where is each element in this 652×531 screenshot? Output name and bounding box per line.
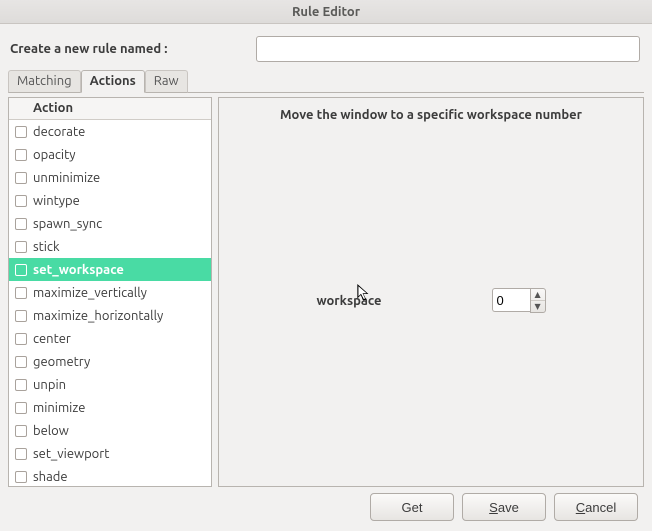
list-item[interactable]: opacity (9, 143, 211, 166)
checkbox-icon[interactable] (15, 425, 27, 437)
list-item-label: stick (33, 240, 60, 254)
get-button[interactable]: Get (370, 493, 454, 521)
checkbox-icon[interactable] (15, 310, 27, 322)
spin-down-icon[interactable]: ▼ (531, 301, 545, 312)
list-item-label: unpin (33, 378, 66, 392)
checkbox-icon[interactable] (15, 471, 27, 483)
list-item[interactable]: spawn_sync (9, 212, 211, 235)
tab-matching[interactable]: Matching (8, 70, 81, 93)
list-item-label: decorate (33, 125, 85, 139)
list-item-label: unminimize (33, 171, 100, 185)
list-item[interactable]: decorate (9, 120, 211, 143)
checkbox-icon[interactable] (15, 218, 27, 230)
name-row: Create a new rule named : (8, 36, 644, 62)
list-item-label: wintype (33, 194, 80, 208)
checkbox-icon[interactable] (15, 241, 27, 253)
checkbox-icon[interactable] (15, 333, 27, 345)
list-item[interactable]: unminimize (9, 166, 211, 189)
tab-actions[interactable]: Actions (81, 70, 145, 93)
list-item[interactable]: geometry (9, 350, 211, 373)
list-item-label: set_workspace (33, 263, 124, 277)
list-item-label: spawn_sync (33, 217, 102, 231)
list-item-label: maximize_horizontally (33, 309, 163, 323)
list-item[interactable]: set_viewport (9, 442, 211, 465)
list-item-label: center (33, 332, 71, 346)
actions-list: Action decorate opacity unminimize wintype s… (8, 97, 212, 487)
window-title: Rule Editor (0, 0, 652, 24)
actions-list-header[interactable]: Action (9, 98, 211, 120)
save-button[interactable]: Save (462, 493, 546, 521)
checkbox-icon[interactable] (15, 402, 27, 414)
list-item[interactable]: shade (9, 465, 211, 486)
list-item[interactable]: wintype (9, 189, 211, 212)
rule-name-input[interactable] (256, 36, 640, 62)
checkbox-icon[interactable] (15, 264, 27, 276)
param-label-workspace: workspace (316, 294, 381, 308)
dialog-buttons: Get Save Cancel (8, 487, 644, 527)
checkbox-icon[interactable] (15, 448, 27, 460)
list-item[interactable]: stick (9, 235, 211, 258)
list-item[interactable]: below (9, 419, 211, 442)
list-item[interactable]: maximize_vertically (9, 281, 211, 304)
workspace-value[interactable] (492, 288, 530, 312)
checkbox-icon[interactable] (15, 149, 27, 161)
list-item-label: maximize_vertically (33, 286, 147, 300)
checkbox-icon[interactable] (15, 126, 27, 138)
create-rule-label: Create a new rule named : (8, 42, 256, 56)
cancel-button[interactable]: Cancel (554, 493, 638, 521)
checkbox-icon[interactable] (15, 356, 27, 368)
tab-raw[interactable]: Raw (145, 70, 188, 93)
list-item[interactable]: unpin (9, 373, 211, 396)
spin-buttons: ▲ ▼ (530, 288, 546, 313)
list-item[interactable]: maximize_horizontally (9, 304, 211, 327)
workspace-spinbox[interactable]: ▲ ▼ (492, 288, 546, 313)
checkbox-icon[interactable] (15, 379, 27, 391)
spin-up-icon[interactable]: ▲ (531, 289, 545, 301)
actions-panel: Action decorate opacity unminimize wintype s… (8, 93, 644, 487)
list-item[interactable]: minimize (9, 396, 211, 419)
list-item-label: minimize (33, 401, 85, 415)
actions-list-body[interactable]: decorate opacity unminimize wintype spawn_sy… (9, 120, 211, 486)
checkbox-icon[interactable] (15, 172, 27, 184)
list-item-label: opacity (33, 148, 75, 162)
checkbox-icon[interactable] (15, 287, 27, 299)
list-item-label: geometry (33, 355, 90, 369)
list-item-label: shade (33, 470, 68, 484)
checkbox-icon[interactable] (15, 195, 27, 207)
list-item[interactable]: set_workspace (9, 258, 211, 281)
tab-bar: Matching Actions Raw (8, 70, 644, 93)
list-item[interactable]: center (9, 327, 211, 350)
list-item-label: below (33, 424, 69, 438)
list-item-label: set_viewport (33, 447, 109, 461)
action-detail-panel: Move the window to a specific workspace … (218, 97, 644, 487)
action-description: Move the window to a specific workspace … (219, 98, 643, 122)
